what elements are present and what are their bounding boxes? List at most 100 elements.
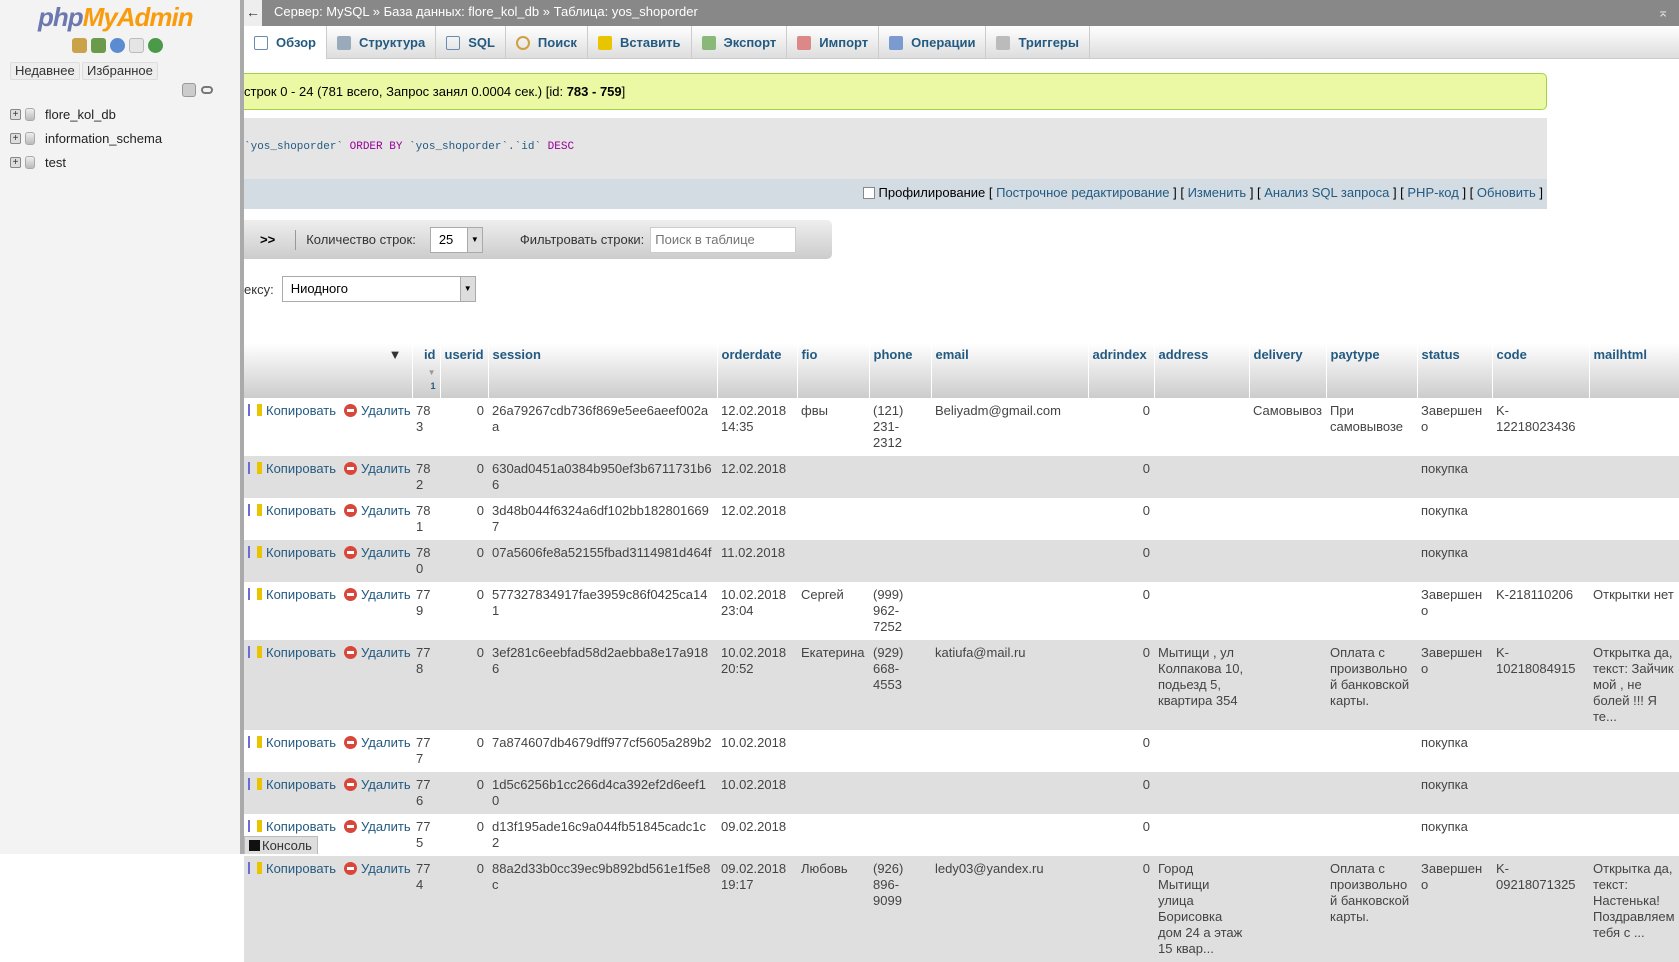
cell-fio[interactable]: Сергей: [797, 582, 869, 640]
inline-edit-link[interactable]: Построчное редактирование: [996, 185, 1169, 200]
column-header-email[interactable]: email: [931, 343, 1089, 398]
cell-id[interactable]: 775: [412, 814, 440, 856]
delete-icon[interactable]: [344, 588, 357, 601]
cell-fio[interactable]: [797, 498, 869, 540]
cell-orderdate[interactable]: 11.02.2018: [717, 540, 797, 582]
cell-address[interactable]: [1154, 582, 1249, 640]
cell-paytype[interactable]: [1326, 540, 1417, 582]
cell-mailhtml[interactable]: [1589, 498, 1679, 540]
cell-fio[interactable]: Екатерина: [797, 640, 869, 730]
cell-email[interactable]: [931, 498, 1088, 540]
cell-adrindex[interactable]: 0: [1088, 498, 1154, 540]
cell-adrindex[interactable]: 0: [1088, 730, 1154, 772]
copy-link[interactable]: Копировать: [266, 503, 336, 518]
cell-id[interactable]: 783: [412, 398, 440, 456]
cell-address[interactable]: Город Мытищи улица Борисовка дом 24 а эт…: [1154, 856, 1249, 962]
cell-adrindex[interactable]: 0: [1088, 540, 1154, 582]
cell-session[interactable]: 88a2d33b0cc39ec9b892bd561e1f5e8c: [488, 856, 717, 962]
console-toggle[interactable]: Консоль: [244, 836, 318, 854]
copy-icon[interactable]: [248, 546, 262, 558]
cell-paytype[interactable]: При самовывозе: [1326, 398, 1417, 456]
cell-fio[interactable]: Любовь: [797, 856, 869, 962]
cell-fio[interactable]: фвы: [797, 398, 869, 456]
delete-link[interactable]: Удалить: [361, 545, 411, 560]
cell-session[interactable]: 1d5c6256b1cc266d4ca392ef2d6eef10: [488, 772, 717, 814]
cell-phone[interactable]: [869, 540, 931, 582]
cell-paytype[interactable]: [1326, 772, 1417, 814]
cell-session[interactable]: 7a874607db4679dff977cf5605a289b2: [488, 730, 717, 772]
tab-triggers[interactable]: Триггеры: [986, 26, 1090, 59]
cell-paytype[interactable]: [1326, 498, 1417, 540]
cell-userid[interactable]: 0: [440, 640, 488, 730]
cell-fio[interactable]: [797, 730, 869, 772]
delete-icon[interactable]: [344, 546, 357, 559]
tab-insert[interactable]: Вставить: [588, 26, 692, 59]
cell-userid[interactable]: 0: [440, 398, 488, 456]
cell-status[interactable]: Завершено: [1417, 640, 1492, 730]
cell-adrindex[interactable]: 0: [1088, 640, 1154, 730]
logout-icon[interactable]: [91, 38, 106, 53]
sort-by-index-select[interactable]: Ниодного ▼: [281, 276, 476, 302]
cell-phone[interactable]: [869, 814, 931, 856]
cell-paytype[interactable]: [1326, 456, 1417, 498]
cell-adrindex[interactable]: 0: [1088, 856, 1154, 962]
home-icon[interactable]: [72, 38, 87, 53]
cell-delivery[interactable]: [1249, 772, 1326, 814]
cell-session[interactable]: 3d48b044f6324a6df102bb1828016697: [488, 498, 717, 540]
cell-delivery[interactable]: [1249, 640, 1326, 730]
cell-code[interactable]: [1492, 498, 1589, 540]
cell-address[interactable]: [1154, 814, 1249, 856]
cell-address[interactable]: [1154, 498, 1249, 540]
cell-mailhtml[interactable]: Открытка да, текст: Настенька! Поздравля…: [1589, 856, 1679, 962]
cell-phone[interactable]: [869, 772, 931, 814]
filter-rows-input[interactable]: [650, 226, 797, 253]
cell-delivery[interactable]: [1249, 814, 1326, 856]
cell-session[interactable]: 630ad0451a0384b950ef3b6711731b66: [488, 456, 717, 498]
cell-orderdate[interactable]: 12.02.2018: [717, 498, 797, 540]
cell-adrindex[interactable]: 0: [1088, 582, 1154, 640]
cell-session[interactable]: d13f195ade16c9a044fb51845cadc1c2: [488, 814, 717, 856]
breadcrumb-database[interactable]: База данных: flore_kol_db: [384, 4, 540, 19]
cell-status[interactable]: Завершено: [1417, 856, 1492, 962]
delete-link[interactable]: Удалить: [361, 777, 411, 792]
cell-code[interactable]: K-09218071325: [1492, 856, 1589, 962]
cell-paytype[interactable]: [1326, 582, 1417, 640]
column-header-fio[interactable]: fio: [797, 343, 870, 398]
profiling-checkbox[interactable]: [862, 187, 875, 199]
column-header-paytype[interactable]: paytype: [1326, 343, 1418, 398]
cell-delivery[interactable]: [1249, 498, 1326, 540]
cell-status[interactable]: покупка: [1417, 498, 1492, 540]
cell-adrindex[interactable]: 0: [1088, 398, 1154, 456]
cell-delivery[interactable]: [1249, 540, 1326, 582]
cell-id[interactable]: 778: [412, 640, 440, 730]
tab-browse[interactable]: Обзор: [244, 26, 327, 59]
edit-link[interactable]: Изменить: [1188, 185, 1247, 200]
delete-icon[interactable]: [344, 862, 357, 875]
delete-icon[interactable]: [344, 462, 357, 475]
phpmyadmin-logo[interactable]: phpMyAdmin: [38, 2, 194, 33]
cell-paytype[interactable]: [1326, 730, 1417, 772]
cell-mailhtml[interactable]: Открытки нет: [1589, 582, 1679, 640]
column-header-status[interactable]: status: [1417, 343, 1493, 398]
cell-mailhtml[interactable]: [1589, 456, 1679, 498]
back-arrow-icon[interactable]: ←: [244, 0, 262, 26]
cell-id[interactable]: 779: [412, 582, 440, 640]
copy-link[interactable]: Копировать: [266, 403, 336, 418]
cell-phone[interactable]: [869, 456, 931, 498]
cell-orderdate[interactable]: 12.02.2018 14:35: [717, 398, 797, 456]
column-header-userid[interactable]: userid: [440, 343, 489, 398]
cell-userid[interactable]: 0: [440, 856, 488, 962]
delete-link[interactable]: Удалить: [361, 645, 411, 660]
cell-status[interactable]: покупка: [1417, 814, 1492, 856]
expand-icon[interactable]: +: [10, 109, 21, 120]
cell-mailhtml[interactable]: [1589, 730, 1679, 772]
php-code-link[interactable]: PHP-код: [1407, 185, 1458, 200]
expand-icon[interactable]: +: [10, 157, 21, 168]
delete-link[interactable]: Удалить: [361, 819, 411, 834]
cell-code[interactable]: [1492, 730, 1589, 772]
cell-email[interactable]: [931, 582, 1088, 640]
delete-link[interactable]: Удалить: [361, 861, 411, 876]
copy-link[interactable]: Копировать: [266, 861, 336, 876]
cell-session[interactable]: 577327834917fae3959c86f0425ca141: [488, 582, 717, 640]
copy-link[interactable]: Копировать: [266, 819, 336, 834]
